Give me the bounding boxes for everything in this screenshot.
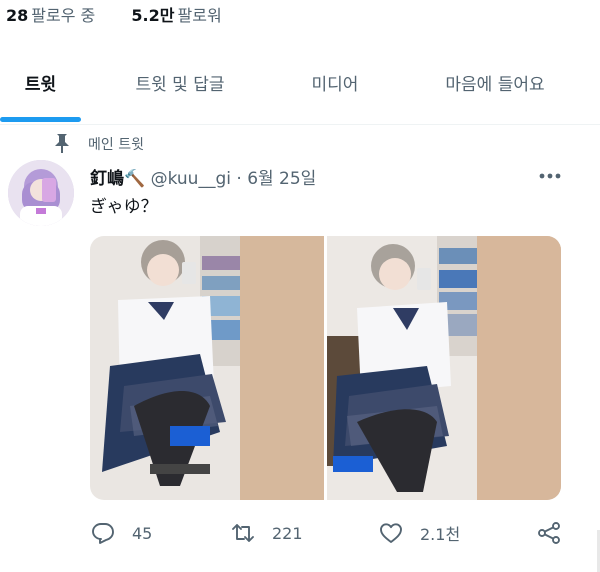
pinned-label: 메인 트윗	[88, 137, 144, 153]
following-count: 28	[6, 6, 29, 25]
tweet-photo-2[interactable]	[327, 236, 561, 500]
active-tab-indicator	[0, 117, 81, 122]
reply-icon	[92, 523, 114, 544]
tab-media[interactable]: 미디어	[280, 52, 390, 118]
following-link[interactable]: 28 팔로우 중	[6, 6, 100, 25]
share-button[interactable]	[536, 516, 562, 550]
tweet-photo-1[interactable]	[90, 236, 324, 500]
tweet-date[interactable]: 6월 25일	[247, 169, 316, 189]
followers-label: 팔로워	[177, 6, 222, 25]
like-count: 2.1천	[420, 525, 461, 544]
profile-tabs: 트윗 트윗 및 답글 미디어 마음에 들어요	[0, 52, 600, 125]
followers-link[interactable]: 5.2만 팔로워	[131, 6, 221, 25]
reply-count: 45	[132, 523, 153, 543]
followers-count: 5.2만	[131, 6, 175, 25]
tweet-actions: 45 221 2.1천	[0, 516, 600, 552]
more-icon[interactable]	[538, 170, 562, 182]
retweet-button[interactable]: 221	[230, 516, 303, 550]
avatar[interactable]	[8, 160, 74, 226]
tab-tweets-and-replies[interactable]: 트윗 및 답글	[110, 52, 250, 118]
following-label: 팔로우 중	[31, 6, 96, 25]
heart-icon	[380, 523, 402, 543]
profile-stats: 28 팔로우 중 5.2만 팔로워	[6, 2, 222, 26]
reply-button[interactable]: 45	[90, 516, 152, 550]
tweet-text: ぎゃゆ？	[90, 197, 158, 217]
header-separator: ·	[236, 169, 242, 189]
user-handle[interactable]: @kuu__gi	[151, 169, 231, 189]
tweet-media	[90, 236, 561, 500]
tab-likes[interactable]: 마음에 들어요	[410, 52, 580, 118]
display-name[interactable]: 釘嶋🔨	[90, 169, 145, 189]
tweet-header: 釘嶋🔨 @kuu__gi · 6월 25일	[90, 164, 316, 189]
retweet-count: 221	[272, 523, 303, 543]
like-button[interactable]: 2.1천	[378, 516, 460, 550]
share-icon	[538, 522, 560, 544]
tab-tweets[interactable]: 트윗	[0, 52, 81, 118]
avatar-image	[8, 160, 74, 226]
pin-icon	[55, 134, 69, 153]
retweet-icon	[232, 524, 254, 542]
